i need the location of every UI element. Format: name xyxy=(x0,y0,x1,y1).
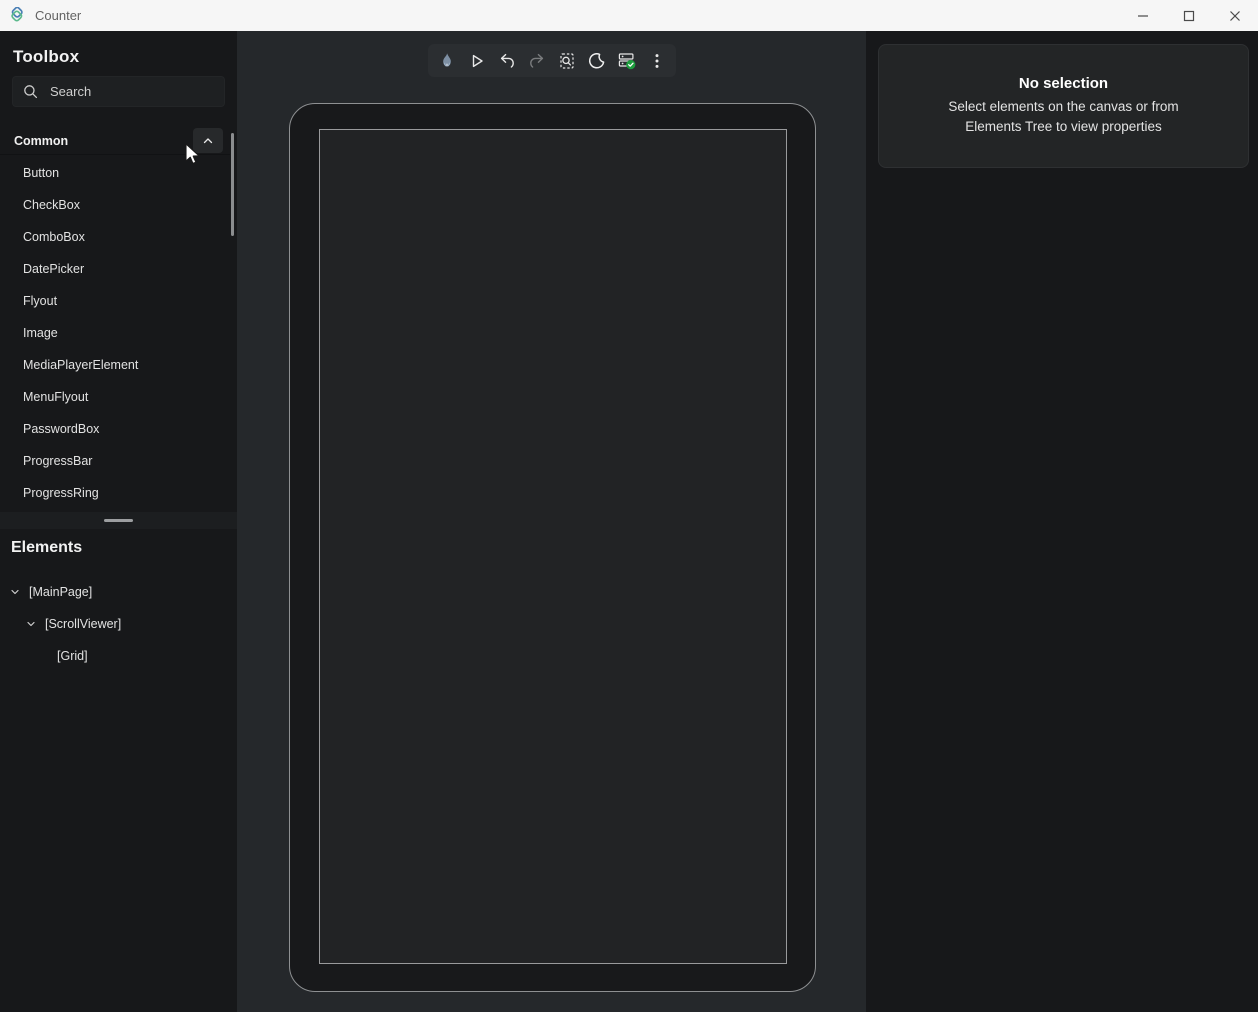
theme-toggle-button[interactable] xyxy=(582,46,612,75)
play-button[interactable] xyxy=(462,46,492,75)
tree-item-scrollviewer[interactable]: [ScrollViewer] xyxy=(0,608,237,640)
device-frame xyxy=(289,103,816,992)
close-button[interactable] xyxy=(1212,0,1258,31)
chevron-down-icon[interactable] xyxy=(9,586,21,598)
toolbox-item[interactable]: DatePicker xyxy=(0,253,230,285)
properties-panel: No selection Select elements on the canv… xyxy=(866,31,1258,1012)
minimize-icon xyxy=(1137,10,1149,22)
toolbox-search[interactable] xyxy=(12,76,225,107)
canvas-toolbar xyxy=(428,44,676,77)
toolbox-item[interactable]: Button xyxy=(0,157,230,189)
titlebar: Counter xyxy=(0,0,1258,31)
device-screen-canvas[interactable] xyxy=(319,129,787,964)
minimize-button[interactable] xyxy=(1120,0,1166,31)
undo-button[interactable] xyxy=(492,46,522,75)
no-selection-card: No selection Select elements on the canv… xyxy=(878,44,1249,168)
toolbox-list: Button CheckBox ComboBox DatePicker Flyo… xyxy=(0,157,230,509)
tree-item-label: [ScrollViewer] xyxy=(45,617,121,631)
elements-title: Elements xyxy=(11,539,82,557)
maximize-icon xyxy=(1183,10,1195,22)
toolbox-item[interactable]: MenuFlyout xyxy=(0,381,230,413)
toolbox-scrollbar[interactable] xyxy=(231,133,234,236)
no-selection-title: No selection xyxy=(1019,75,1108,92)
tree-item-label: [MainPage] xyxy=(29,585,92,599)
window-title: Counter xyxy=(35,8,81,23)
toolbox-section-common: Common xyxy=(0,127,230,155)
toolbox-item[interactable]: ProgressBar xyxy=(0,445,230,477)
section-common-label: Common xyxy=(0,134,68,148)
panel-splitter[interactable] xyxy=(0,512,237,529)
undo-icon xyxy=(497,51,517,71)
search-input[interactable] xyxy=(50,84,200,99)
tree-item-mainpage[interactable]: [MainPage] xyxy=(0,576,237,608)
elements-tree: [MainPage] [ScrollViewer] [Grid] xyxy=(0,576,237,672)
chevron-up-icon xyxy=(202,135,214,147)
app-logo-icon xyxy=(8,7,26,25)
search-icon xyxy=(23,84,38,99)
toolbox-item[interactable]: PasswordBox xyxy=(0,413,230,445)
close-icon xyxy=(1229,10,1241,22)
more-options-button[interactable] xyxy=(642,46,672,75)
more-options-icon xyxy=(647,51,667,71)
no-selection-message-line2: Elements Tree to view properties xyxy=(965,117,1162,137)
toolbox-item[interactable]: ComboBox xyxy=(0,221,230,253)
redo-button[interactable] xyxy=(522,46,552,75)
inspect-element-button[interactable] xyxy=(552,46,582,75)
no-selection-message-line1: Select elements on the canvas or from xyxy=(948,97,1178,117)
connection-status-ok-icon xyxy=(616,50,637,71)
redo-icon xyxy=(527,51,547,71)
toolbox-item[interactable]: Flyout xyxy=(0,285,230,317)
section-collapse-button[interactable] xyxy=(193,128,223,153)
maximize-button[interactable] xyxy=(1166,0,1212,31)
toolbox-item[interactable]: Image xyxy=(0,317,230,349)
left-sidebar: Toolbox Common Button CheckBox xyxy=(0,31,237,1012)
connection-status-button[interactable] xyxy=(612,46,642,75)
hot-reload-flame-icon xyxy=(437,51,457,71)
splitter-handle-icon xyxy=(104,519,133,522)
toolbox-item[interactable]: MediaPlayerElement xyxy=(0,349,230,381)
tree-item-grid[interactable]: [Grid] xyxy=(0,640,237,672)
toolbox-item[interactable]: CheckBox xyxy=(0,189,230,221)
hot-reload-button[interactable] xyxy=(432,46,462,75)
tree-item-label: [Grid] xyxy=(57,649,88,663)
chevron-down-icon[interactable] xyxy=(25,618,37,630)
toolbox-title: Toolbox xyxy=(13,47,79,67)
dark-theme-moon-icon xyxy=(587,51,607,71)
design-canvas[interactable] xyxy=(237,31,866,1012)
toolbox-item[interactable]: ProgressRing xyxy=(0,477,230,509)
inspect-element-icon xyxy=(557,51,577,71)
play-icon xyxy=(467,51,487,71)
